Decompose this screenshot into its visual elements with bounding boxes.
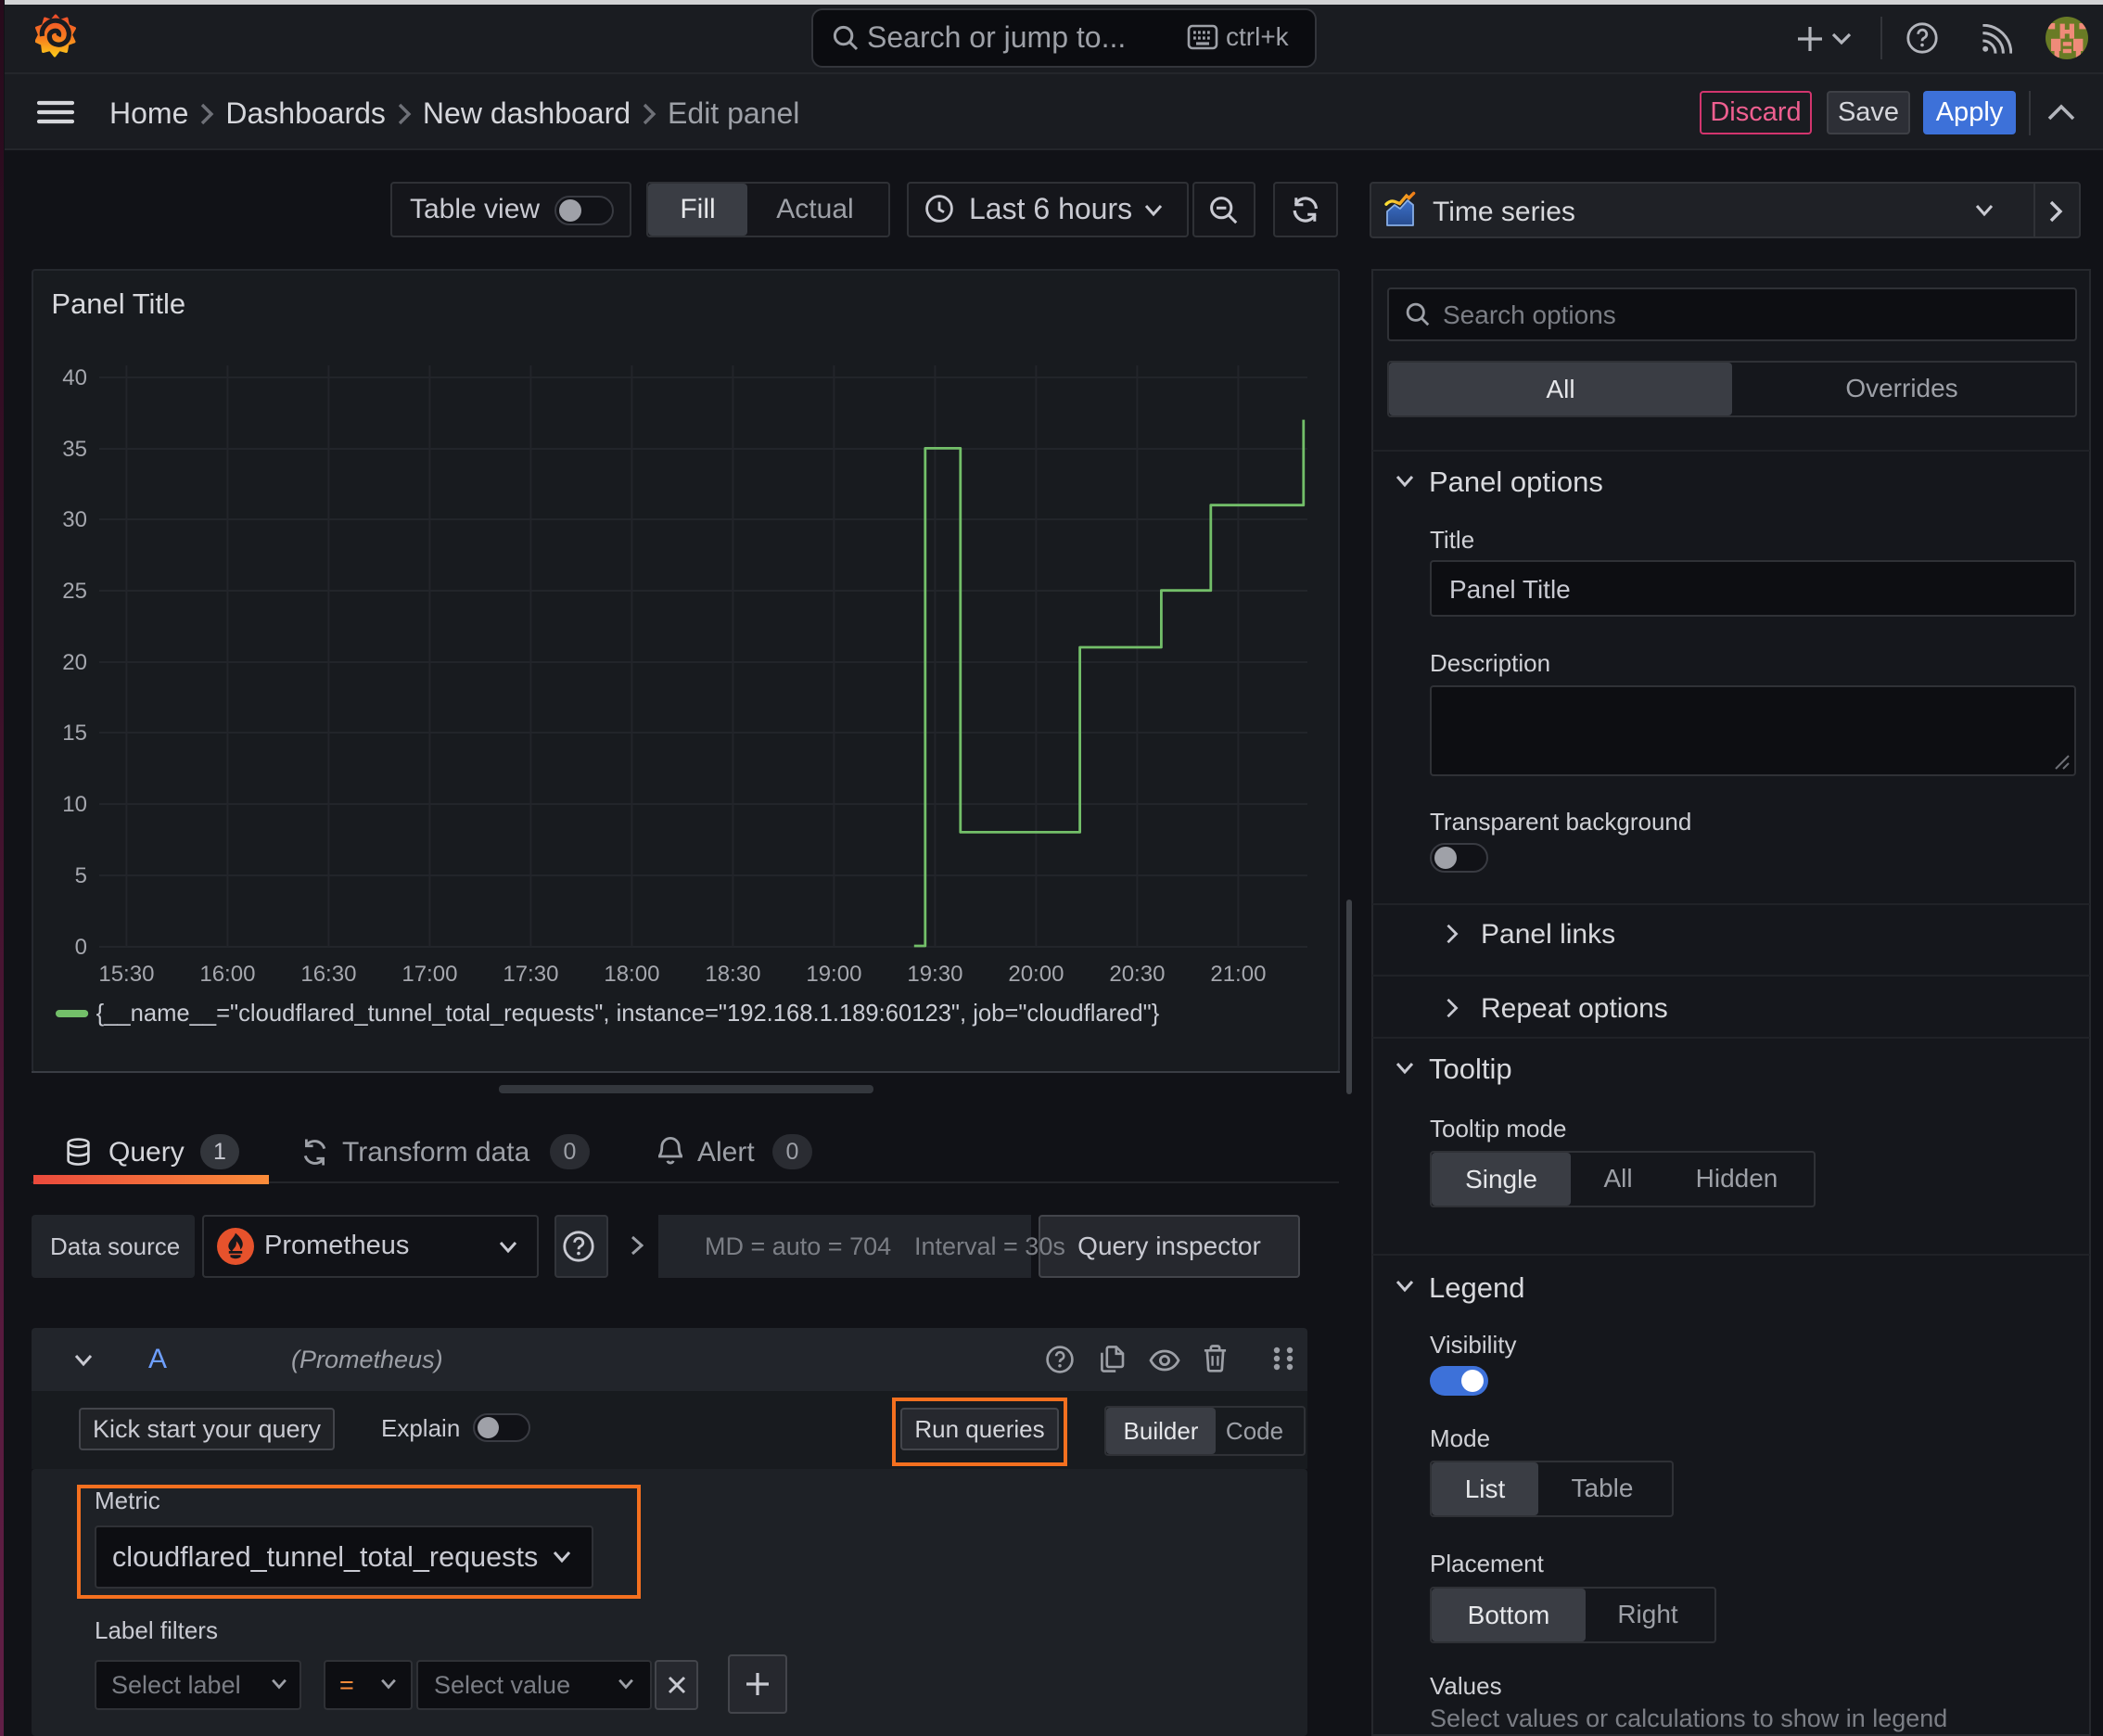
- svg-text:30: 30: [62, 507, 87, 532]
- svg-text:20:00: 20:00: [1008, 962, 1064, 987]
- svg-text:17:00: 17:00: [401, 962, 457, 987]
- svg-text:25: 25: [62, 579, 87, 604]
- svg-text:0: 0: [75, 935, 87, 960]
- svg-text:18:30: 18:30: [705, 962, 760, 987]
- svg-text:15:30: 15:30: [98, 962, 154, 987]
- svg-text:19:30: 19:30: [907, 962, 962, 987]
- svg-text:18:00: 18:00: [604, 962, 659, 987]
- svg-text:20:30: 20:30: [1109, 962, 1165, 987]
- svg-text:20: 20: [62, 650, 87, 675]
- svg-text:{__name__="cloudflared_tunnel_: {__name__="cloudflared_tunnel_total_requ…: [96, 1001, 1160, 1027]
- svg-text:21:00: 21:00: [1210, 962, 1266, 987]
- svg-text:35: 35: [62, 437, 87, 462]
- svg-text:15: 15: [62, 721, 87, 746]
- svg-text:10: 10: [62, 792, 87, 817]
- svg-text:17:30: 17:30: [503, 962, 558, 987]
- svg-text:40: 40: [62, 365, 87, 390]
- svg-text:19:00: 19:00: [806, 962, 861, 987]
- svg-text:5: 5: [75, 863, 87, 888]
- svg-text:16:00: 16:00: [199, 962, 255, 987]
- svg-text:16:30: 16:30: [300, 962, 356, 987]
